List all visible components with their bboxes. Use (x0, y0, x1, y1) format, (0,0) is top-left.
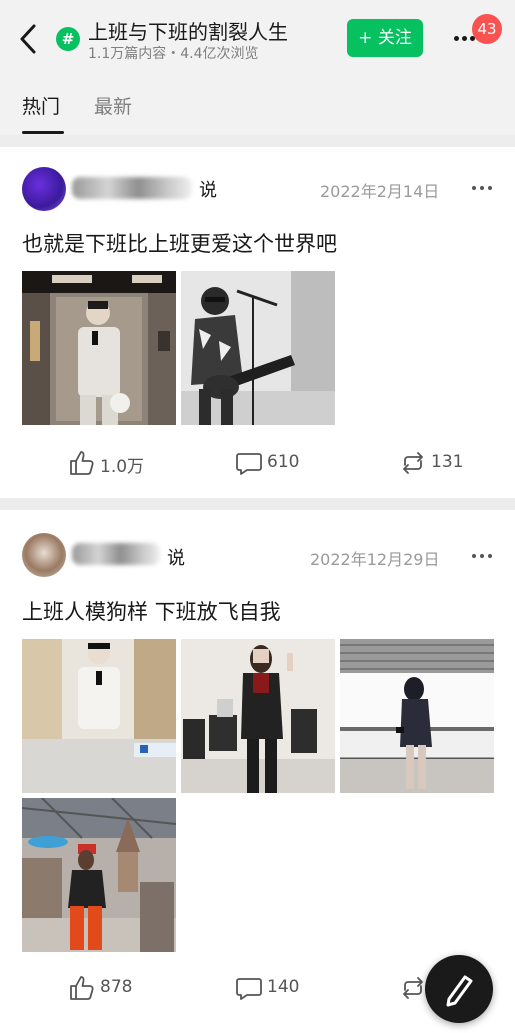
avatar[interactable] (22, 167, 66, 211)
compose-button[interactable] (425, 955, 493, 1023)
comment-icon (236, 978, 262, 1000)
repost-button[interactable]: 131 (399, 443, 479, 483)
comment-count: 610 (267, 452, 300, 472)
author-name-blurred[interactable] (72, 543, 160, 565)
post-date: 2022年12月29日 (310, 550, 440, 569)
post-photo[interactable] (22, 271, 176, 425)
repost-icon (403, 977, 423, 999)
topic-hash-icon: # (56, 27, 80, 51)
post-text: 上班人模狗样 下班放飞自我 (22, 600, 281, 624)
said-label: 说 (199, 180, 217, 201)
topic-header: # 上班与下班的割裂人生 1.1万篇内容・4.4亿次浏览 + 关注 43 (0, 0, 515, 75)
more-icon[interactable] (472, 186, 494, 192)
tab-hot[interactable]: 热门 (22, 92, 60, 119)
pencil-icon (446, 975, 473, 1007)
repost-count: 131 (431, 452, 464, 472)
topic-stats: 1.1万篇内容・4.4亿次浏览 (88, 46, 259, 62)
like-count: 878 (100, 977, 133, 997)
repost-icon (403, 452, 423, 474)
notification-badge: 43 (472, 14, 502, 44)
back-arrow-icon (20, 24, 36, 54)
comment-button[interactable]: 140 (235, 968, 315, 1008)
tab-bar: 热门 最新 (0, 75, 515, 135)
comment-icon (236, 453, 262, 475)
tab-latest[interactable]: 最新 (94, 92, 132, 119)
more-icon[interactable] (472, 554, 494, 560)
like-icon (70, 451, 94, 475)
post-actions: 1.0万 610 131 (0, 443, 515, 483)
avatar[interactable] (22, 533, 66, 577)
comment-count: 140 (267, 977, 300, 997)
post-text: 也就是下班比上班更爱这个世界吧 (22, 232, 337, 256)
active-tab-indicator (22, 131, 64, 134)
topic-title: 上班与下班的割裂人生 (88, 20, 288, 44)
post-photo[interactable] (181, 271, 335, 425)
said-label: 说 (167, 548, 185, 569)
post-photo[interactable] (22, 639, 176, 793)
like-count: 1.0万 (100, 457, 145, 477)
comment-button[interactable]: 610 (235, 443, 315, 483)
like-icon (70, 976, 94, 1000)
post-photo[interactable] (340, 639, 494, 793)
post-photo[interactable] (181, 639, 335, 793)
post-card[interactable]: 说 2022年2月14日 也就是下班比上班更爱这个世界吧 1.0万 610 13… (0, 147, 515, 498)
post-date: 2022年2月14日 (320, 182, 440, 201)
author-name-blurred[interactable] (72, 177, 192, 199)
like-button[interactable]: 1.0万 (68, 443, 158, 483)
follow-button[interactable]: + 关注 (347, 19, 423, 57)
post-photo[interactable] (22, 798, 176, 952)
like-button[interactable]: 878 (68, 968, 158, 1008)
back-button[interactable] (14, 20, 44, 58)
